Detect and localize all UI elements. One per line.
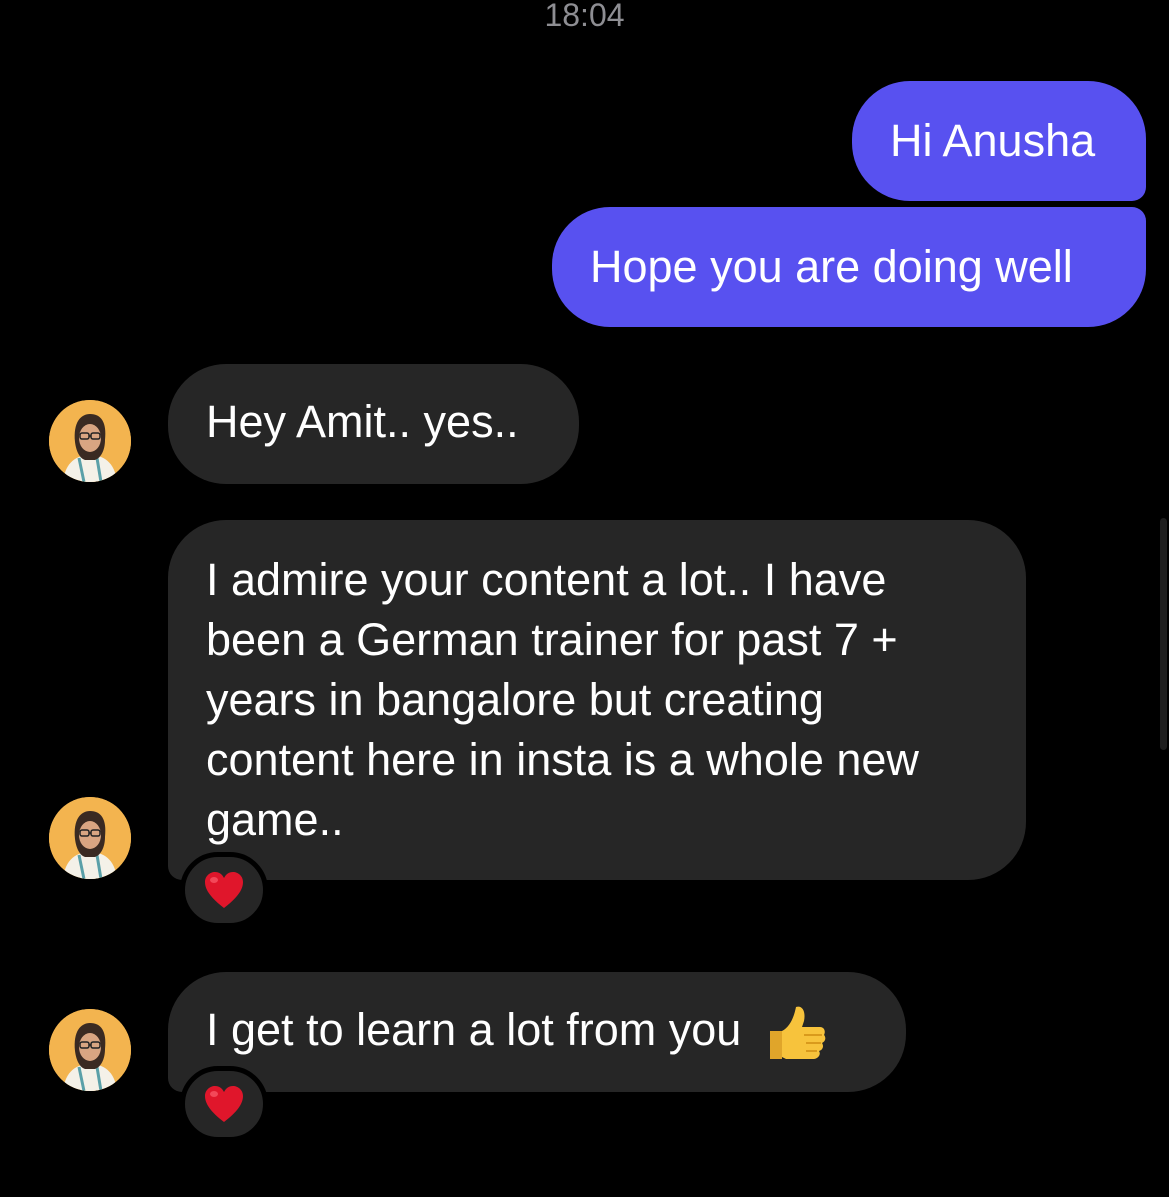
sent-message-bubble[interactable]: Hope you are doing well (552, 207, 1146, 327)
received-message-bubble[interactable]: I get to learn a lot from you (168, 972, 906, 1092)
avatar-photo-icon (49, 1009, 131, 1091)
message-reaction[interactable] (180, 852, 268, 928)
avatar-photo-icon (49, 797, 131, 879)
message-line: I admire your content a lot.. I have (206, 554, 887, 605)
message-line: been a German trainer for past 7 + (206, 614, 898, 665)
message-timestamp: 18:04 (544, 0, 625, 33)
message-reaction[interactable] (180, 1066, 268, 1142)
message-text: Hey Amit.. yes.. (206, 396, 519, 447)
sent-message-bubble[interactable]: Hi Anusha (852, 81, 1146, 201)
contact-avatar[interactable] (49, 797, 131, 879)
message-text: Hi Anusha (890, 115, 1096, 166)
thumbs-up-icon (769, 1006, 826, 1060)
received-message-bubble[interactable]: Hey Amit.. yes.. (168, 364, 579, 484)
heart-icon (205, 1086, 243, 1122)
contact-avatar[interactable] (49, 400, 131, 482)
scrollbar[interactable] (1160, 518, 1167, 750)
avatar-photo-icon (49, 400, 131, 482)
heart-icon (205, 872, 243, 908)
contact-avatar[interactable] (49, 1009, 131, 1091)
message-text: Hope you are doing well (590, 241, 1073, 292)
message-line: years in bangalore but creating (206, 674, 824, 725)
message-line: content here in insta is a whole new (206, 734, 919, 785)
received-message-bubble[interactable]: I admire your content a lot.. I have bee… (168, 520, 1026, 880)
message-text: I get to learn a lot from you (206, 1004, 742, 1055)
message-line: game.. (206, 794, 344, 845)
